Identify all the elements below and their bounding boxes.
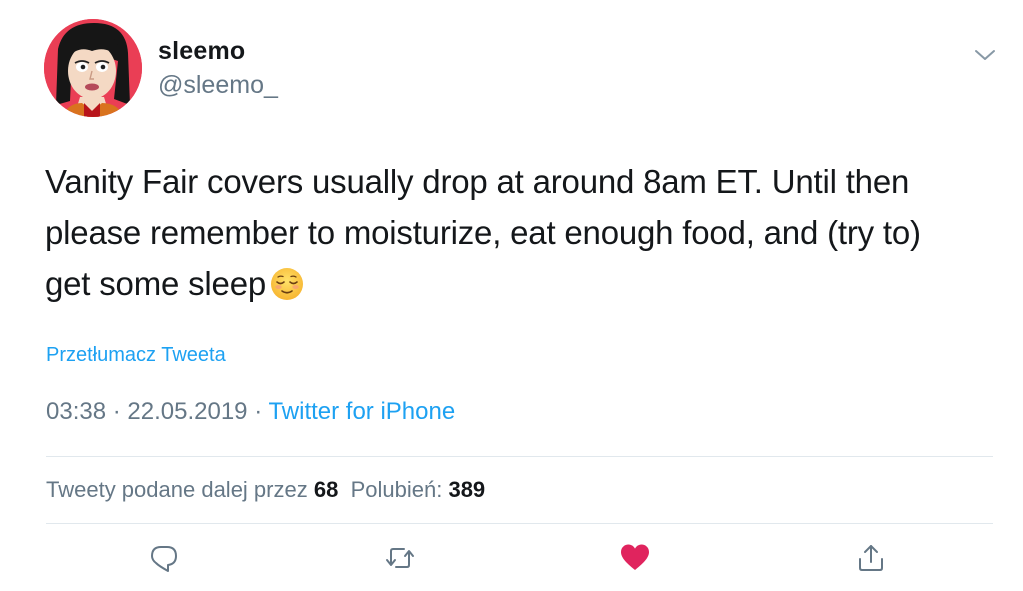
tweet-text-line: please remember to moisturize, eat enoug…	[45, 214, 921, 251]
reply-icon	[151, 546, 177, 572]
retweets-label: Tweety podane dalej przez	[46, 477, 308, 502]
tweet-date: 22.05.2019	[127, 398, 248, 425]
tweet-text-line: Vanity Fair covers usually drop at aroun…	[45, 163, 910, 200]
tweet-source-link[interactable]: Twitter for iPhone	[268, 398, 455, 425]
share-icon	[859, 545, 883, 571]
retweets-stat[interactable]: Tweety podane dalej przez 68	[46, 477, 338, 502]
heart-icon	[621, 544, 649, 570]
separator-dot: ·	[254, 398, 263, 425]
like-button[interactable]	[620, 543, 650, 573]
likes-count: 389	[448, 477, 486, 502]
tweet-metadata: 03:38 · 22.05.2019 · Twitter for iPhone	[46, 396, 455, 428]
divider	[46, 456, 993, 457]
likes-stat[interactable]: Polubień: 389	[351, 477, 486, 502]
tweet-text: Vanity Fair covers usually drop at aroun…	[45, 156, 985, 309]
translate-tweet-link[interactable]: Przetłumacz Tweeta	[46, 342, 226, 368]
retweet-button[interactable]	[385, 543, 415, 573]
tweet-text-line: get some sleep	[45, 258, 985, 309]
avatar[interactable]	[44, 19, 142, 117]
separator-dot: ·	[112, 398, 121, 425]
more-options-button[interactable]	[972, 42, 998, 68]
user-handle[interactable]: @sleemo_	[158, 70, 278, 100]
display-name[interactable]: sleemo	[158, 36, 245, 66]
retweets-count: 68	[313, 477, 339, 502]
relieved-face-emoji-icon	[270, 264, 304, 300]
chevron-down-icon	[975, 50, 995, 60]
tweet-text-segment: get some sleep	[45, 265, 266, 302]
divider	[46, 523, 993, 524]
reply-button[interactable]	[149, 543, 179, 573]
tweet-stats: Tweety podane dalej przez 68 Polubień: 3…	[46, 474, 485, 506]
tweet-time: 03:38	[46, 398, 107, 425]
retweet-icon	[386, 548, 414, 568]
cartoon-girl-avatar-icon	[44, 19, 142, 117]
share-button[interactable]	[856, 543, 886, 573]
likes-label: Polubień:	[350, 477, 443, 502]
